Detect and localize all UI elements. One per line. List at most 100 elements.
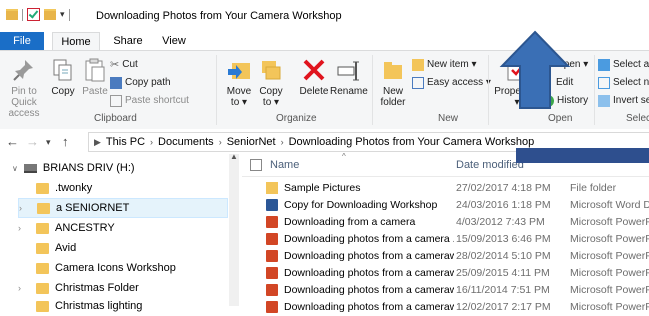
delete-button[interactable]: Delete — [298, 57, 330, 97]
list-item[interactable]: Copy for Downloading Workshop 24/03/2016… — [242, 197, 649, 214]
list-item[interactable]: Downloading photos from a camera ... 15/… — [242, 231, 649, 248]
rename-label: Rename — [330, 86, 368, 97]
tree-scrollbar[interactable]: ▲ — [229, 152, 239, 306]
column-header-name[interactable]: Name — [270, 159, 299, 171]
column-header-date[interactable]: Date modified — [456, 159, 524, 171]
file-type: File folder — [570, 182, 617, 194]
cut-label: Cut — [122, 59, 138, 70]
select-all-label: Select al — [613, 59, 649, 70]
breadcrumb-item[interactable]: Documents — [158, 136, 214, 148]
up-arrow-icon[interactable]: ↑ — [62, 134, 69, 149]
breadcrumb-chevron-icon: › — [280, 137, 284, 147]
new-folder-icon — [380, 57, 406, 83]
tree-item-folder[interactable]: Avid — [36, 238, 76, 258]
list-item[interactable]: Downloading photos from a cameraw... 25/… — [242, 265, 649, 282]
list-item[interactable]: Sample Pictures 27/02/2017 4:18 PM File … — [242, 180, 649, 197]
copy-path-icon — [110, 77, 122, 89]
word-document-icon — [266, 199, 278, 211]
move-to-button[interactable]: Move to ▾ — [222, 57, 256, 108]
select-group-label: Selec — [626, 113, 649, 124]
tree-item-drive[interactable]: ∨ BRIANS DRIV (H:) — [12, 158, 135, 178]
copy-button[interactable]: Copy — [48, 57, 78, 97]
breadcrumb-item[interactable]: Downloading Photos from Your Camera Work… — [289, 136, 535, 148]
easy-access-icon — [412, 77, 424, 89]
copy-to-icon — [258, 57, 284, 83]
tab-share[interactable]: Share — [108, 32, 148, 50]
new-folder-button[interactable]: New folder — [376, 57, 410, 108]
paste-button[interactable]: Paste — [80, 57, 110, 97]
file-date: 27/02/2017 4:18 PM — [456, 182, 551, 194]
select-none-label: Select n — [613, 77, 649, 88]
tab-view[interactable]: View — [154, 32, 194, 50]
properties-check-icon[interactable] — [27, 8, 40, 21]
select-none-button[interactable]: Select n — [598, 75, 649, 91]
file-type: Microsoft PowerP... — [570, 301, 649, 313]
collapse-chevron-icon[interactable]: ∨ — [12, 164, 18, 173]
file-name: Downloading photos from a camera ... — [284, 233, 454, 245]
breadcrumb-item[interactable]: This PC — [106, 136, 145, 148]
tab-file[interactable]: File — [0, 32, 44, 50]
tree-item-folder-selected[interactable]: › a SENIORNET — [18, 198, 228, 218]
tab-home[interactable]: Home — [52, 32, 100, 52]
tree-item-folder[interactable]: Christmas lighting — [36, 296, 142, 316]
tree-item-folder[interactable]: Camera Icons Workshop — [36, 258, 176, 278]
group-separator — [216, 55, 217, 125]
open-group-label: Open — [548, 113, 573, 124]
copy-to-button[interactable]: Copy to ▾ — [256, 57, 286, 108]
invert-selection-icon — [598, 95, 610, 107]
select-none-icon — [598, 77, 610, 89]
copy-path-button[interactable]: Copy path — [110, 75, 171, 91]
invert-selection-button[interactable]: Invert se — [598, 93, 649, 109]
file-type: Microsoft PowerP... — [570, 284, 649, 296]
list-item[interactable]: Downloading photos from a cameraw... 16/… — [242, 282, 649, 299]
breadcrumb-item[interactable]: SeniorNet — [227, 136, 276, 148]
recent-locations-chevron-icon[interactable]: ▾ — [46, 137, 51, 148]
file-date: 16/11/2014 7:51 PM — [456, 284, 550, 296]
expand-chevron-icon[interactable]: › — [19, 203, 31, 213]
powerpoint-icon — [266, 216, 278, 228]
file-name: Downloading photos from a cameraw... — [284, 267, 454, 279]
tree-item-folder[interactable]: .twonky — [36, 178, 92, 198]
folder-icon — [36, 300, 49, 312]
customize-toolbar-icon[interactable]: ▾ — [60, 9, 65, 20]
tree-item-folder[interactable]: › ANCESTRY — [18, 218, 115, 238]
list-item[interactable]: Downloading photos from a cameraw... 28/… — [242, 248, 649, 265]
select-all-icon — [598, 59, 610, 71]
new-item-button[interactable]: New item ▾ — [412, 57, 476, 73]
folder-icon — [6, 9, 18, 20]
rename-button[interactable]: Rename — [330, 57, 368, 97]
cut-button[interactable]: ✂ Cut — [110, 57, 138, 73]
new-folder-icon[interactable] — [44, 9, 56, 20]
easy-access-label: Easy access ▾ — [427, 77, 491, 88]
separator — [22, 8, 23, 21]
folder-icon — [37, 202, 50, 214]
tree-item-folder[interactable]: › Christmas Folder — [18, 278, 139, 298]
select-all-checkbox[interactable] — [250, 159, 262, 171]
file-date: 24/03/2016 1:18 PM — [456, 199, 551, 211]
tree-item-label: Avid — [55, 242, 77, 254]
file-list: Name ^ Date modified Sample Pictures 27/… — [242, 152, 649, 313]
copy-label: Copy — [51, 86, 75, 97]
breadcrumb-chevron-icon: › — [150, 137, 154, 147]
expand-chevron-icon[interactable]: › — [18, 223, 30, 233]
list-item[interactable]: Downloading photos from a cameraw... 12/… — [242, 299, 649, 316]
file-name: Sample Pictures — [284, 182, 361, 194]
tree-item-label: .twonky — [55, 182, 93, 194]
expand-chevron-icon[interactable]: › — [18, 283, 30, 293]
forward-arrow-icon[interactable]: → — [26, 134, 39, 149]
back-arrow-icon[interactable]: ← — [6, 134, 19, 149]
paste-label: Paste — [82, 86, 108, 97]
file-date: 15/09/2013 6:46 PM — [456, 233, 551, 245]
select-all-button[interactable]: Select al — [598, 57, 649, 73]
window-title: Downloading Photos from Your Camera Work… — [96, 10, 342, 22]
powerpoint-icon — [266, 233, 278, 245]
sort-caret-icon: ^ — [342, 152, 346, 161]
paste-shortcut-button[interactable]: Paste shortcut — [110, 93, 189, 109]
new-folder-label: New folder — [380, 86, 406, 108]
list-item[interactable]: Downloading from a camera 4/03/2012 7:43… — [242, 214, 649, 231]
rename-icon — [335, 57, 361, 83]
easy-access-button[interactable]: Easy access ▾ — [412, 75, 491, 91]
pin-quick-access-button[interactable]: Pin to Quick access — [2, 57, 46, 119]
folder-icon — [36, 282, 49, 294]
scroll-up-icon[interactable]: ▲ — [230, 152, 238, 161]
